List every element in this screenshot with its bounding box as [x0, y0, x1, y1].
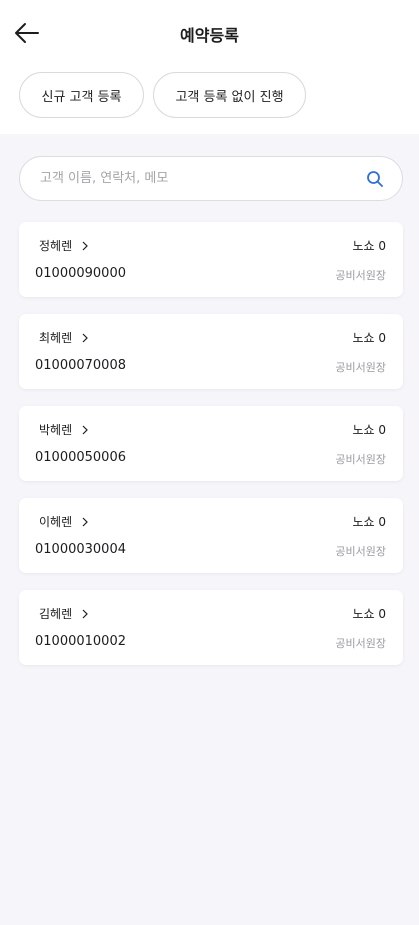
assigned-staff: 공비서원장	[335, 637, 386, 650]
new-customer-button[interactable]: 신규 고객 등록	[19, 72, 144, 118]
chevron-right-icon	[82, 425, 88, 434]
app-header: 예약등록	[0, 0, 419, 64]
customer-name-link[interactable]: 정헤렌	[39, 237, 90, 254]
customer-name: 박헤렌	[39, 423, 73, 437]
customer-phone: 01000050006	[35, 450, 126, 465]
search-icon[interactable]	[366, 170, 384, 188]
customer-name: 정헤렌	[39, 239, 73, 253]
customer-card[interactable]: 최헤렌 노쇼 0 01000070008 공비서원장	[19, 314, 403, 389]
customer-name: 김헤렌	[39, 607, 73, 621]
search-input[interactable]	[40, 157, 366, 200]
customer-phone: 01000070008	[35, 358, 126, 373]
action-chips: 신규 고객 등록 고객 등록 없이 진행	[19, 72, 306, 118]
customer-name: 최헤렌	[39, 331, 73, 345]
customer-name: 이헤렌	[39, 515, 73, 529]
customer-name-link[interactable]: 이헤렌	[39, 513, 90, 530]
noshow-count: 노쇼 0	[352, 423, 386, 437]
arrow-left-icon[interactable]	[12, 18, 42, 48]
customer-card[interactable]: 박헤렌 노쇼 0 01000050006 공비서원장	[19, 406, 403, 481]
customer-card[interactable]: 이헤렌 노쇼 0 01000030004 공비서원장	[19, 498, 403, 573]
chevron-right-icon	[82, 333, 88, 342]
chevron-right-icon	[82, 517, 88, 526]
customer-phone: 01000010002	[35, 634, 126, 649]
assigned-staff: 공비서원장	[335, 545, 386, 558]
noshow-count: 노쇼 0	[352, 331, 386, 345]
chevron-right-icon	[82, 241, 88, 250]
customer-card[interactable]: 정헤렌 노쇼 0 01000090000 공비서원장	[19, 222, 403, 297]
assigned-staff: 공비서원장	[335, 269, 386, 282]
proceed-without-customer-button[interactable]: 고객 등록 없이 진행	[153, 72, 306, 118]
customer-name-link[interactable]: 최헤렌	[39, 329, 90, 346]
chevron-right-icon	[82, 609, 88, 618]
search-bar	[19, 156, 403, 201]
customer-list: 정헤렌 노쇼 0 01000090000 공비서원장 최헤렌 노쇼 0 0100…	[19, 222, 403, 682]
customer-name-link[interactable]: 박헤렌	[39, 421, 90, 438]
noshow-count: 노쇼 0	[352, 239, 386, 253]
customer-card[interactable]: 김헤렌 노쇼 0 01000010002 공비서원장	[19, 590, 403, 665]
noshow-count: 노쇼 0	[352, 515, 386, 529]
assigned-staff: 공비서원장	[335, 361, 386, 374]
page-title: 예약등록	[180, 26, 239, 45]
assigned-staff: 공비서원장	[335, 453, 386, 466]
customer-name-link[interactable]: 김헤렌	[39, 605, 90, 622]
top-section: 예약등록 신규 고객 등록 고객 등록 없이 진행	[0, 0, 419, 134]
noshow-count: 노쇼 0	[352, 607, 386, 621]
customer-phone: 01000030004	[35, 542, 126, 557]
customer-phone: 01000090000	[35, 266, 126, 281]
